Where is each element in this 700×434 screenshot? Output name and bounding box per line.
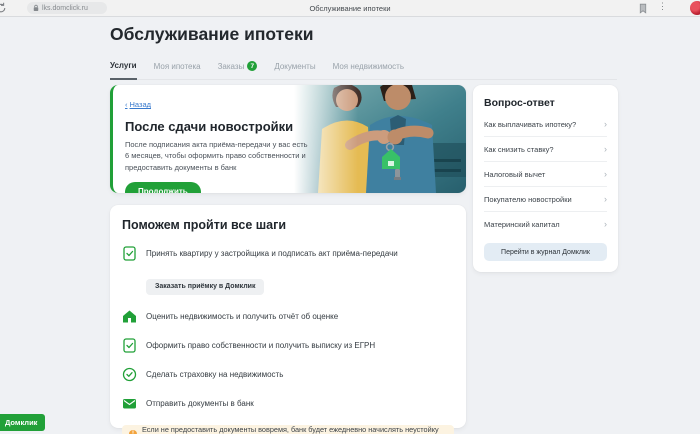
faq-label: Налоговый вычет	[484, 170, 546, 179]
tab-moya-ipoteka[interactable]: Моя ипотека	[154, 57, 201, 79]
order-inspection-button[interactable]: Заказать приёмку в Домклик	[146, 278, 265, 295]
faq-label: Как выплачивать ипотеку?	[484, 120, 577, 129]
tab-label: Заказы	[217, 61, 245, 71]
tab-uslugi[interactable]: Услуги	[110, 57, 137, 80]
shield-check-icon	[122, 367, 137, 381]
chevron-right-icon: ›	[604, 144, 607, 154]
avatar[interactable]	[690, 1, 700, 15]
step-register-ownership: Оформить право собственности и получить …	[122, 337, 454, 353]
faq-item-maternity-capital[interactable]: Материнский капитал ›	[484, 212, 607, 236]
tab-label: Моя ипотека	[153, 61, 201, 71]
warning-text: Если не предоставить документы вовремя, …	[142, 424, 439, 434]
envelope-icon	[123, 398, 136, 408]
page-title: Обслуживание ипотеки	[110, 24, 314, 44]
hero-card: ‹ Назад После сдачи новостройки После по…	[110, 85, 466, 193]
tab-dokumenty[interactable]: Документы	[274, 57, 315, 79]
house-icon	[123, 310, 136, 322]
orders-count-badge: 7	[247, 61, 258, 71]
browser-toolbar: lks.domclick.ru Обслуживание ипотеки ⋮	[0, 0, 700, 17]
faq-label: Как снизить ставку?	[484, 145, 554, 154]
faq-item-tax-deduction[interactable]: Налоговый вычет ›	[484, 162, 607, 187]
journal-button[interactable]: Перейти в журнал Домклик	[484, 243, 607, 261]
steps-card: Поможем пройти все шаги Принять квартиру…	[110, 205, 466, 434]
step-insure-property: Сделать страховку на недвижимость	[122, 367, 454, 382]
tab-label: Услуги	[110, 61, 137, 70]
back-link[interactable]: ‹ Назад	[125, 100, 151, 109]
step-appraise-property: Оценить недвижимость и получить отчёт об…	[122, 309, 454, 324]
domclick-chat-badge[interactable]: Домклик	[0, 414, 46, 431]
step-send-documents: Отправить документы в банк	[122, 396, 454, 411]
chevron-right-icon: ›	[604, 169, 607, 179]
tab-zakazy[interactable]: Заказы 7	[218, 57, 258, 79]
faq-card: Вопрос-ответ Как выплачивать ипотеку? › …	[473, 85, 618, 272]
back-label: Назад	[129, 100, 152, 109]
tab-moya-nedvizhimost[interactable]: Моя недвижимость	[333, 57, 404, 79]
bookmark-icon[interactable]	[638, 3, 648, 14]
steps-title: Поможем пройти все шаги	[122, 218, 287, 232]
faq-label: Покупателю новостройки	[484, 195, 572, 204]
step-accept-apartment: Принять квартиру у застройщика и подписа…	[122, 246, 454, 261]
hero-title: После сдачи новостройки	[125, 119, 294, 134]
faq-item-how-to-pay[interactable]: Как выплачивать ипотеку? ›	[484, 112, 607, 137]
faq-item-new-building-buyer[interactable]: Покупателю новостройки ›	[484, 187, 607, 212]
step-text: Отправить документы в банк	[146, 398, 254, 408]
faq-label: Материнский капитал	[484, 220, 560, 229]
faq-title: Вопрос-ответ	[484, 97, 555, 109]
step-text: Оценить недвижимость и получить отчёт об…	[146, 311, 339, 321]
back-chevron-icon: ‹	[125, 100, 128, 109]
warning-icon: !	[129, 429, 137, 434]
tab-label: Моя недвижимость	[332, 61, 405, 71]
tab-bar: Услуги Моя ипотека Заказы 7 Документы Мо…	[110, 57, 617, 80]
hero-content: ‹ Назад После сдачи новостройки После по…	[125, 94, 313, 193]
step-text: Оформить право собственности и получить …	[146, 340, 376, 350]
step-text: Принять квартиру у застройщика и подписа…	[146, 249, 398, 258]
penalty-warning-banner: ! Если не предоставить документы вовремя…	[122, 424, 454, 434]
document-check-icon	[123, 246, 136, 261]
chevron-right-icon: ›	[604, 219, 607, 229]
hero-image	[294, 85, 466, 193]
tab-label: Документы	[274, 61, 316, 71]
continue-button[interactable]: Продолжить	[125, 181, 201, 193]
document-check-icon	[123, 337, 136, 353]
faq-item-lower-rate[interactable]: Как снизить ставку? ›	[484, 137, 607, 162]
couple-with-keys-illustration	[294, 85, 466, 193]
screen: lks.domclick.ru Обслуживание ипотеки ⋮ О…	[0, 0, 700, 434]
chevron-right-icon: ›	[604, 119, 607, 129]
step-text: Сделать страховку на недвижимость	[146, 369, 284, 379]
chevron-right-icon: ›	[604, 194, 607, 204]
hero-description: После подписания акта приёма-передачи у …	[125, 140, 308, 172]
browser-tab-title: Обслуживание ипотеки	[309, 4, 391, 13]
browser-menu-icon[interactable]: ⋮	[658, 1, 667, 12]
